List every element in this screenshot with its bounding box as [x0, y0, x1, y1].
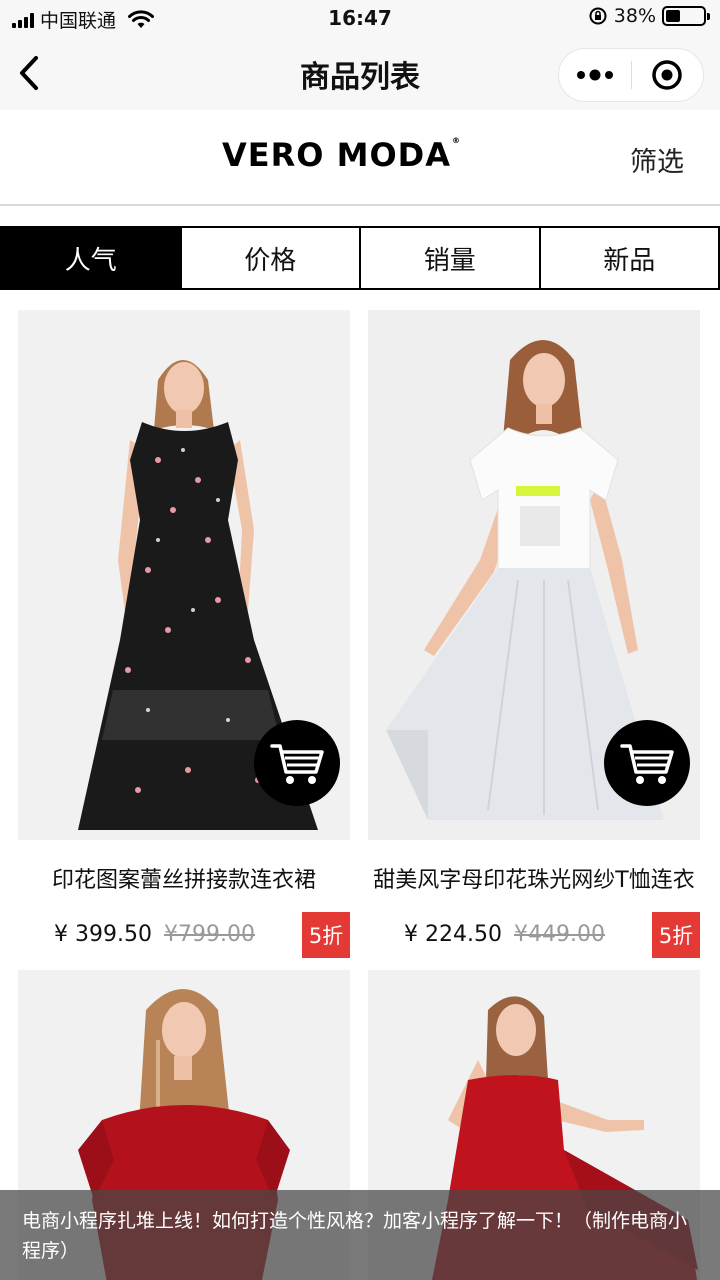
miniprogram-capsule: [558, 48, 704, 102]
target-close-icon: [652, 60, 682, 90]
battery-icon: [662, 6, 710, 26]
original-price: ¥799.00: [164, 922, 255, 947]
brand-logo: VERO MODA®: [222, 136, 461, 174]
product-image[interactable]: [18, 310, 350, 840]
status-right: 38%: [588, 5, 710, 27]
registered-mark: ®: [451, 136, 461, 145]
price-row: ¥ 224.50 ¥449.00 5折: [368, 912, 700, 958]
tab-price[interactable]: 价格: [179, 228, 360, 288]
more-button[interactable]: [559, 48, 631, 102]
product-grid: 印花图案蕾丝拼接款连衣裙 ¥ 399.50 ¥799.00 5折 甜美风字母印花…: [0, 290, 720, 1280]
battery-fill: [666, 10, 680, 22]
tab-new[interactable]: 新品: [538, 228, 719, 288]
shopping-cart-icon: [270, 744, 324, 784]
tab-popularity[interactable]: 人气: [2, 228, 180, 288]
brand-header: VERO MODA® 筛选: [0, 110, 720, 206]
product-card[interactable]: 印花图案蕾丝拼接款连衣裙 ¥ 399.50 ¥799.00 5折: [18, 310, 350, 958]
original-price: ¥449.00: [514, 922, 605, 947]
brand-logo-text: VERO MODA: [222, 136, 451, 174]
tab-sales[interactable]: 销量: [359, 228, 539, 288]
battery-percent: 38%: [613, 5, 656, 27]
price-row: ¥ 399.50 ¥799.00 5折: [18, 912, 350, 958]
more-dots-icon: [576, 69, 613, 81]
filter-button[interactable]: 筛选: [630, 140, 684, 179]
add-to-cart-button[interactable]: [604, 720, 690, 806]
chevron-left-icon: [20, 56, 38, 90]
nav-bar: 商品列表: [0, 36, 720, 110]
close-miniprogram-button[interactable]: [632, 48, 704, 102]
product-card[interactable]: 甜美风字母印花珠光网纱T恤连衣 ¥ 224.50 ¥449.00 5折: [368, 310, 700, 958]
current-price: ¥ 224.50: [404, 922, 502, 947]
discount-badge: 5折: [652, 912, 700, 958]
product-name[interactable]: 甜美风字母印花珠光网纱T恤连衣: [368, 862, 700, 894]
back-button[interactable]: [14, 54, 46, 92]
shopping-cart-icon: [620, 744, 674, 784]
current-price: ¥ 399.50: [54, 922, 152, 947]
discount-badge: 5折: [302, 912, 350, 958]
status-bar: 中国联通 16:47 38%: [0, 0, 720, 36]
add-to-cart-button[interactable]: [254, 720, 340, 806]
product-name[interactable]: 印花图案蕾丝拼接款连衣裙: [18, 862, 350, 894]
article-caption: 电商小程序扎堆上线！如何打造个性风格？加客小程序了解一下！（制作电商小程序）: [0, 1190, 720, 1280]
rotation-lock-icon: [589, 7, 607, 25]
sort-tabs: 人气 价格 销量 新品: [0, 226, 720, 290]
product-image[interactable]: [368, 310, 700, 840]
